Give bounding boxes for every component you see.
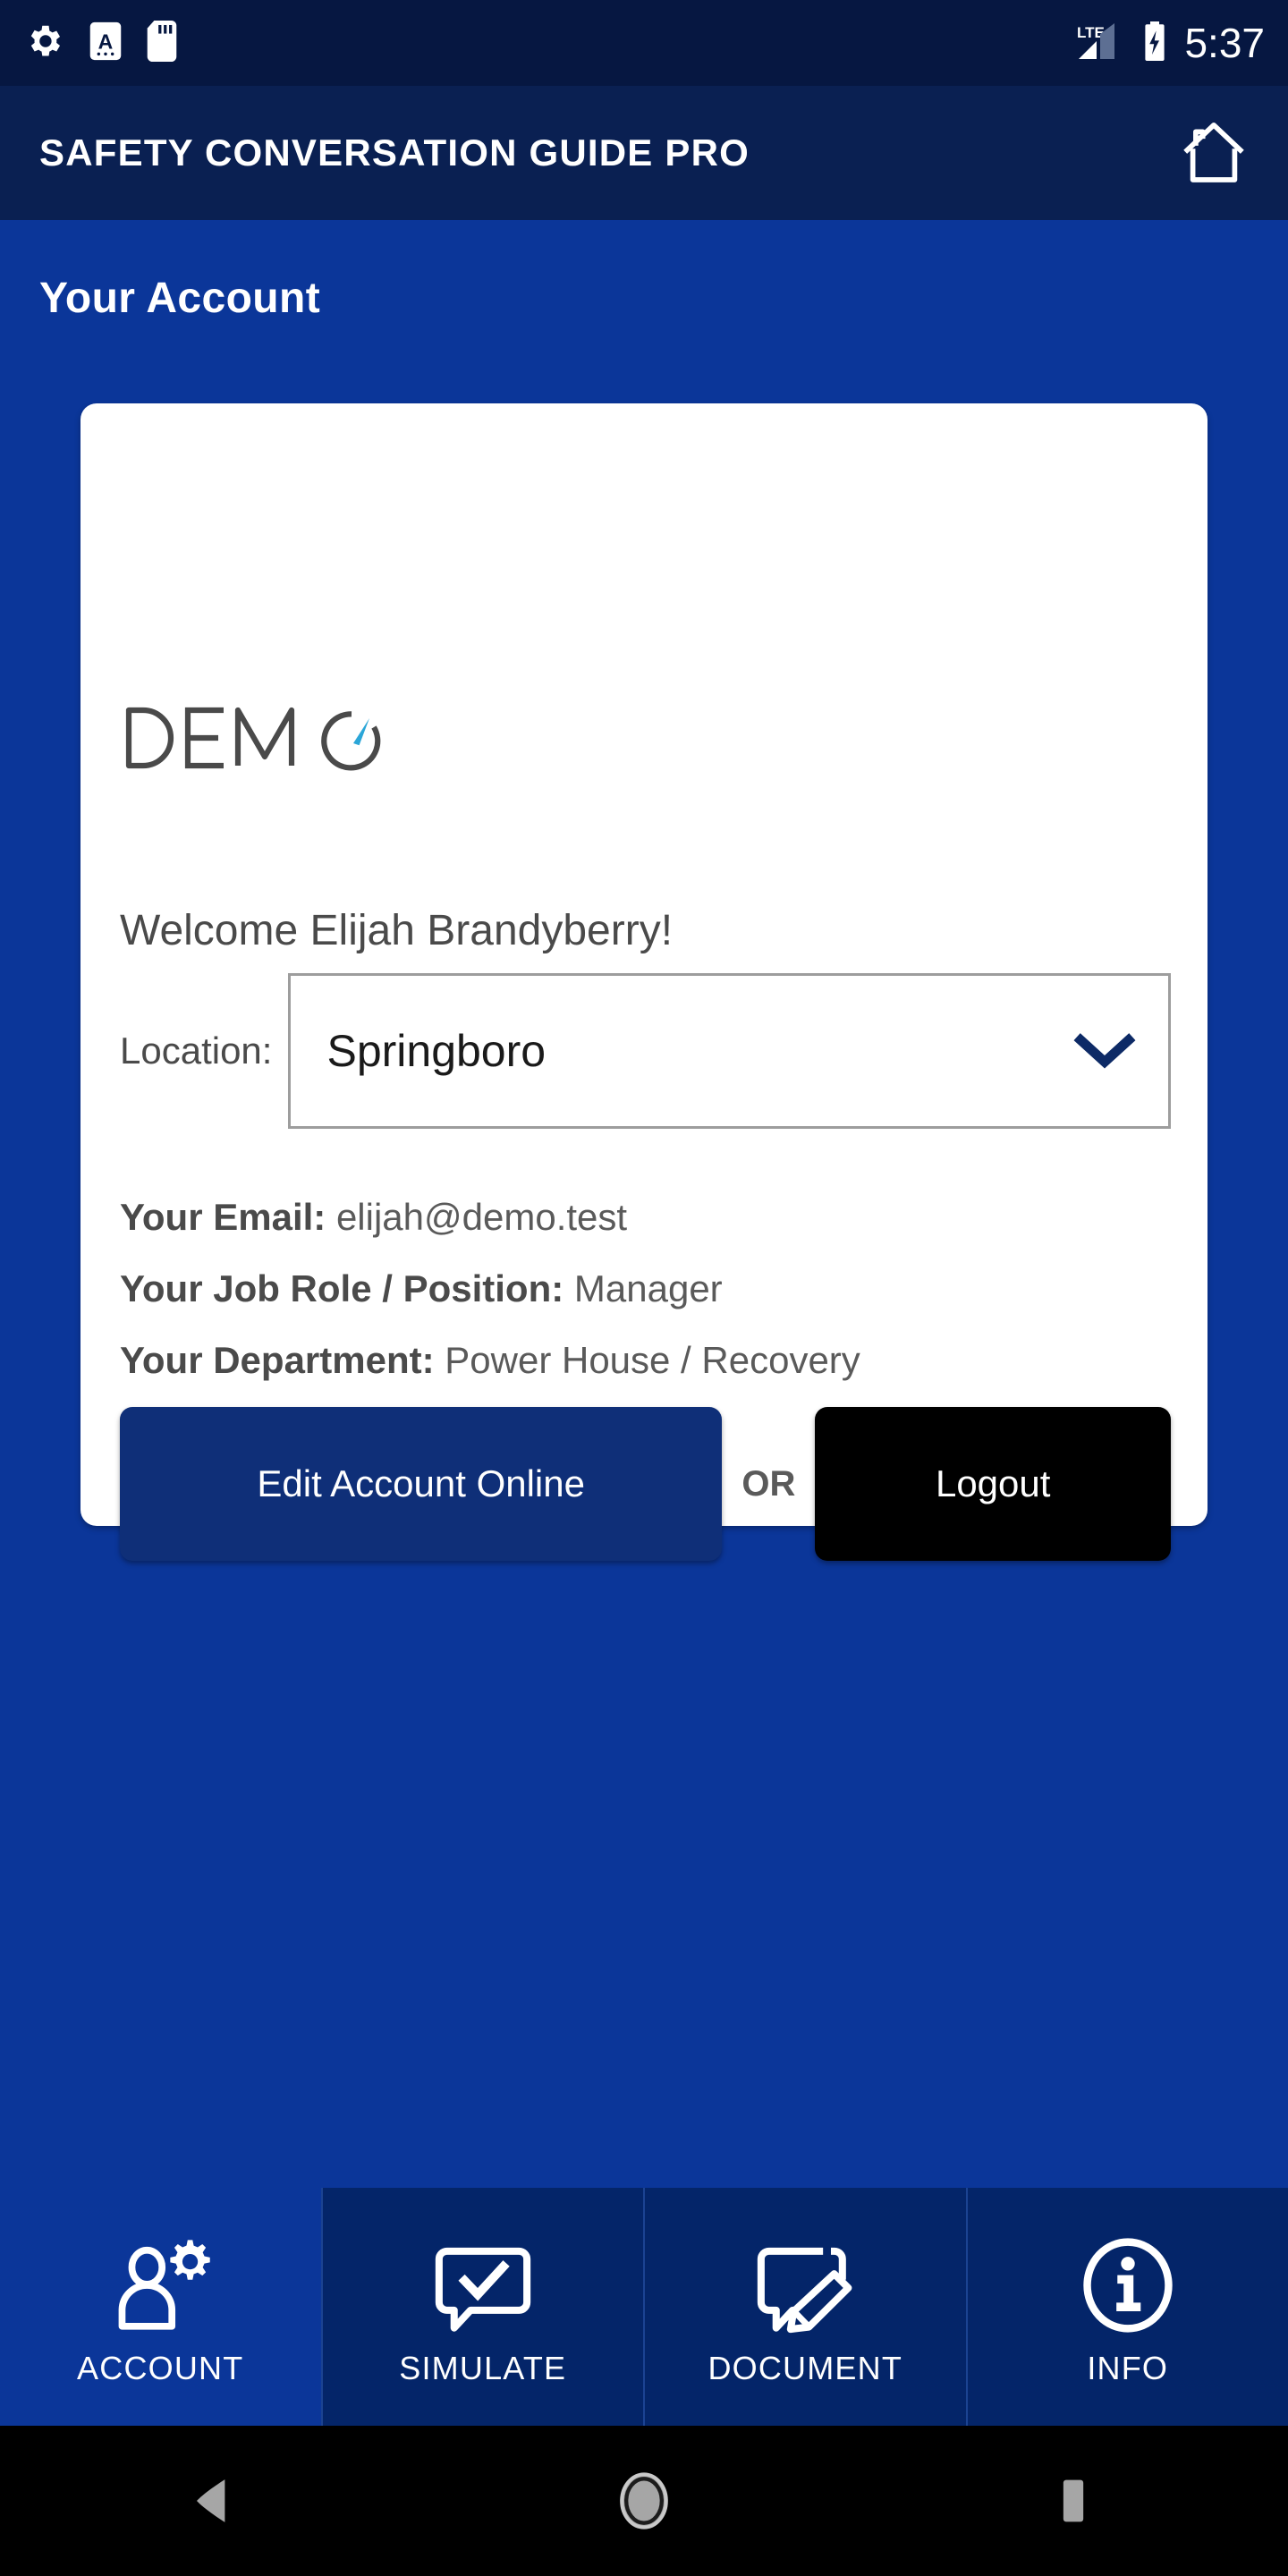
status-bar: A LTE 5:37	[0, 0, 1288, 86]
chat-check-icon	[434, 2226, 532, 2344]
edit-account-online-button[interactable]: Edit Account Online	[120, 1407, 723, 1561]
detail-job-role-value: Manager	[573, 1267, 723, 1309]
card-actions: Edit Account Online OR Logout	[120, 1407, 1171, 1561]
status-bar-right-icons: LTE 5:37	[1075, 20, 1265, 67]
home-circle-icon[interactable]	[537, 2426, 751, 2576]
or-separator: OR	[741, 1463, 796, 1504]
sd-card-icon	[147, 20, 177, 66]
app-bar: SAFETY CONVERSATION GUIDE PRO	[0, 86, 1288, 220]
capital-a-badge-icon: A	[88, 21, 123, 66]
welcome-message: Welcome Elijah Brandyberry!	[120, 907, 674, 954]
detail-job-role: Your Job Role / Position: Manager	[120, 1253, 860, 1325]
recents-square-icon[interactable]	[966, 2426, 1181, 2576]
detail-department: Your Department: Power House / Recovery	[120, 1325, 860, 1396]
chat-pencil-icon	[755, 2226, 855, 2344]
bottom-navigation: ACCOUNT SIMULATE DOCUMENT INFO	[0, 2188, 1288, 2426]
tab-simulate-label: SIMULATE	[399, 2350, 567, 2386]
tab-account[interactable]: ACCOUNT	[0, 2188, 321, 2426]
detail-email: Your Email: elijah@demo.test	[120, 1182, 860, 1253]
back-triangle-icon[interactable]	[107, 2426, 322, 2576]
app-title: SAFETY CONVERSATION GUIDE PRO	[39, 131, 750, 174]
page-content: Your Account Welcome Elijah Brandyberry!…	[0, 220, 1288, 2188]
status-bar-clock: 5:37	[1184, 20, 1265, 66]
location-row: Location: Springboro	[120, 972, 1171, 1130]
lte-signal-icon: LTE	[1075, 20, 1125, 67]
status-bar-left-icons: A	[23, 20, 177, 66]
detail-department-label: Your Department:	[120, 1339, 435, 1381]
account-details: Your Email: elijah@demo.test Your Job Ro…	[120, 1182, 860, 1396]
tab-simulate[interactable]: SIMULATE	[320, 2188, 643, 2426]
android-navigation-bar	[0, 2426, 1288, 2576]
phone-screen: A LTE 5:37 SAFETY CONVERSATION GUIDE PRO…	[0, 0, 1288, 2576]
tab-info[interactable]: INFO	[965, 2188, 1288, 2426]
account-card: Welcome Elijah Brandyberry! Location: Sp…	[80, 403, 1208, 1561]
location-selected-value: Springboro	[326, 1026, 547, 1076]
detail-department-value: Power House / Recovery	[445, 1339, 860, 1381]
page-title: Your Account	[39, 275, 321, 322]
home-icon[interactable]	[1179, 118, 1249, 188]
tab-account-label: ACCOUNT	[77, 2350, 244, 2386]
location-label: Location:	[120, 1030, 273, 1072]
location-select[interactable]: Springboro	[288, 973, 1171, 1129]
chevron-down-icon	[1072, 1031, 1138, 1071]
tab-document-label: DOCUMENT	[708, 2350, 903, 2386]
logout-button[interactable]: Logout	[815, 1407, 1171, 1561]
demo-logo	[120, 703, 415, 775]
svg-text:A: A	[98, 30, 114, 53]
tab-document[interactable]: DOCUMENT	[643, 2188, 966, 2426]
settings-gear-icon	[23, 21, 64, 66]
detail-job-role-label: Your Job Role / Position:	[120, 1267, 564, 1309]
info-circle-icon	[1079, 2226, 1177, 2344]
tab-info-label: INFO	[1087, 2350, 1169, 2386]
detail-email-value: elijah@demo.test	[335, 1196, 628, 1238]
user-gear-icon	[107, 2226, 213, 2344]
detail-email-label: Your Email:	[120, 1196, 326, 1238]
battery-charging-icon	[1141, 20, 1168, 67]
